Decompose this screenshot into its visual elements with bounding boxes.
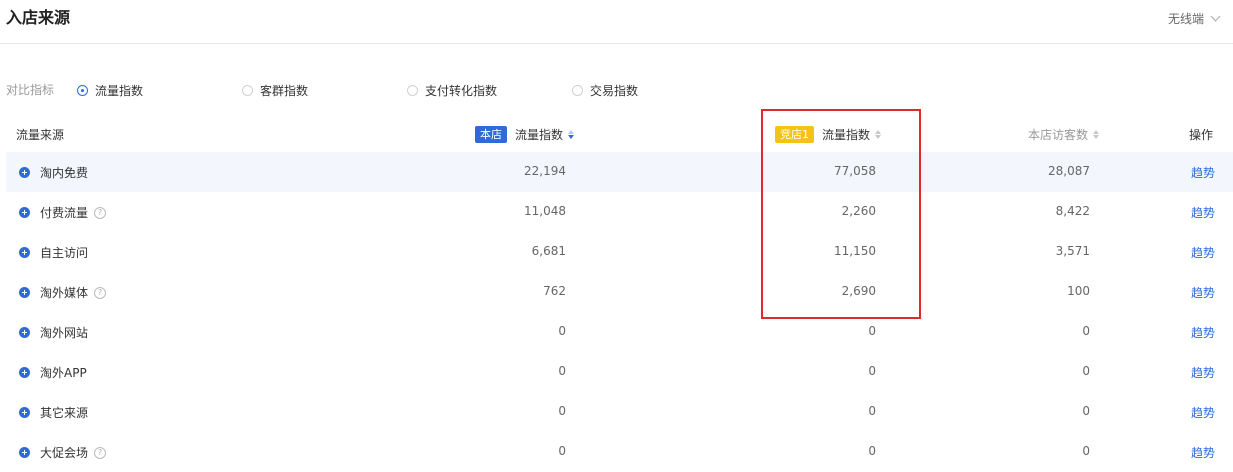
row-source-label: 付费流量	[40, 206, 89, 220]
cell-own-traffic: 0	[558, 324, 566, 338]
cell-competitor-traffic: 2,260	[841, 204, 876, 218]
sort-icon[interactable]	[875, 129, 882, 139]
row-source-label: 其它来源	[40, 406, 89, 420]
cell-competitor-traffic: 0	[868, 364, 876, 378]
row-source-label: 淘外APP	[40, 366, 87, 380]
column-header-competitor-traffic[interactable]: 竞店1 流量指数	[775, 124, 882, 144]
row-source-label: 淘外网站	[40, 326, 89, 340]
trend-link[interactable]: 趋势	[1191, 364, 1215, 381]
column-header-own-visitors[interactable]: 本店访客数	[1028, 124, 1100, 144]
help-icon[interactable]: ?	[94, 286, 107, 299]
expand-plus-icon[interactable]	[19, 367, 30, 378]
radio-traffic-index[interactable]: 流量指数	[77, 82, 143, 99]
cell-competitor-traffic: 0	[868, 324, 876, 338]
expand-plus-icon[interactable]	[19, 447, 30, 458]
cell-own-visitors: 3,571	[1055, 244, 1090, 258]
cell-competitor-traffic: 2,690	[841, 284, 876, 298]
trend-link[interactable]: 趋势	[1191, 444, 1215, 461]
column-header-label: 本店访客数	[1028, 127, 1089, 142]
row-source: 淘外APP	[19, 364, 87, 381]
column-header-own-traffic[interactable]: 本店 流量指数	[475, 124, 575, 144]
radio-icon	[407, 85, 418, 96]
radio-checked-icon	[77, 85, 88, 96]
table-row: 淘内免费 22,194 77,058 28,087 趋势	[6, 152, 1233, 192]
column-header-action: 操作	[1189, 127, 1214, 142]
radio-icon	[572, 85, 583, 96]
cell-own-traffic: 0	[558, 444, 566, 458]
expand-plus-icon[interactable]	[19, 327, 30, 338]
expand-plus-icon[interactable]	[19, 247, 30, 258]
column-header-label: 流量指数	[822, 127, 871, 142]
row-source: 淘外网站	[19, 324, 88, 341]
compare-label: 对比指标	[6, 82, 55, 97]
table-row: 淘外媒体? 762 2,690 100 趋势	[6, 272, 1233, 312]
table-row: 自主访问 6,681 11,150 3,571 趋势	[6, 232, 1233, 272]
expand-plus-icon[interactable]	[19, 407, 30, 418]
trend-link[interactable]: 趋势	[1191, 244, 1215, 261]
column-header-source: 流量来源	[16, 127, 65, 142]
row-source-label: 淘内免费	[40, 166, 89, 180]
chevron-down-icon	[1210, 11, 1221, 22]
radio-icon	[242, 85, 253, 96]
column-header-label: 流量指数	[515, 127, 564, 142]
cell-own-traffic: 762	[543, 284, 566, 298]
cell-own-visitors: 8,422	[1055, 204, 1090, 218]
radio-conversion-index[interactable]: 支付转化指数	[407, 82, 497, 99]
radio-label: 客群指数	[260, 84, 309, 98]
row-source: 淘外媒体?	[19, 284, 107, 301]
device-dropdown[interactable]: 无线端	[1167, 10, 1221, 27]
cell-competitor-traffic: 11,150	[834, 244, 876, 258]
sort-icon[interactable]	[568, 129, 575, 139]
compare-metric-row: 对比指标	[6, 80, 76, 98]
table-row: 其它来源 0 0 0 趋势	[6, 392, 1233, 432]
expand-plus-icon[interactable]	[19, 167, 30, 178]
competitor-badge: 竞店1	[775, 125, 814, 143]
trend-link[interactable]: 趋势	[1191, 324, 1215, 341]
cell-competitor-traffic: 0	[868, 404, 876, 418]
trend-link[interactable]: 趋势	[1191, 204, 1215, 221]
row-source: 大促会场?	[19, 444, 107, 461]
cell-own-visitors: 0	[1082, 404, 1090, 418]
radio-label: 流量指数	[95, 84, 144, 98]
row-source: 自主访问	[19, 244, 88, 261]
cell-own-traffic: 11,048	[524, 204, 566, 218]
trend-link[interactable]: 趋势	[1191, 284, 1215, 301]
page-header: 入店来源 无线端	[0, 0, 1233, 44]
radio-customer-index[interactable]: 客群指数	[242, 82, 308, 99]
row-source-label: 自主访问	[40, 246, 89, 260]
table-row: 淘外APP 0 0 0 趋势	[6, 352, 1233, 392]
cell-competitor-traffic: 0	[868, 444, 876, 458]
cell-own-visitors: 28,087	[1048, 164, 1090, 178]
row-source-label: 大促会场	[40, 446, 89, 460]
cell-own-traffic: 0	[558, 404, 566, 418]
trend-link[interactable]: 趋势	[1191, 404, 1215, 421]
cell-competitor-traffic: 77,058	[834, 164, 876, 178]
row-source: 淘内免费	[19, 164, 88, 181]
own-store-badge: 本店	[475, 125, 507, 143]
table-row: 付费流量? 11,048 2,260 8,422 趋势	[6, 192, 1233, 232]
cell-own-traffic: 22,194	[524, 164, 566, 178]
row-source: 付费流量?	[19, 204, 107, 221]
page-title: 入店来源	[6, 8, 71, 27]
radio-label: 支付转化指数	[425, 84, 498, 98]
cell-own-visitors: 100	[1067, 284, 1090, 298]
expand-plus-icon[interactable]	[19, 287, 30, 298]
radio-label: 交易指数	[590, 84, 639, 98]
row-source-label: 淘外媒体	[40, 286, 89, 300]
cell-own-visitors: 0	[1082, 364, 1090, 378]
device-dropdown-label: 无线端	[1167, 12, 1204, 26]
cell-own-traffic: 0	[558, 364, 566, 378]
radio-trade-index[interactable]: 交易指数	[572, 82, 638, 99]
table-row: 大促会场? 0 0 0 趋势	[6, 432, 1233, 472]
row-source: 其它来源	[19, 404, 88, 421]
sort-icon[interactable]	[1093, 129, 1100, 139]
trend-link[interactable]: 趋势	[1191, 164, 1215, 181]
cell-own-traffic: 6,681	[531, 244, 566, 258]
help-icon[interactable]: ?	[94, 206, 107, 219]
cell-own-visitors: 0	[1082, 324, 1090, 338]
help-icon[interactable]: ?	[94, 446, 107, 459]
table-row: 淘外网站 0 0 0 趋势	[6, 312, 1233, 352]
expand-plus-icon[interactable]	[19, 207, 30, 218]
cell-own-visitors: 0	[1082, 444, 1090, 458]
